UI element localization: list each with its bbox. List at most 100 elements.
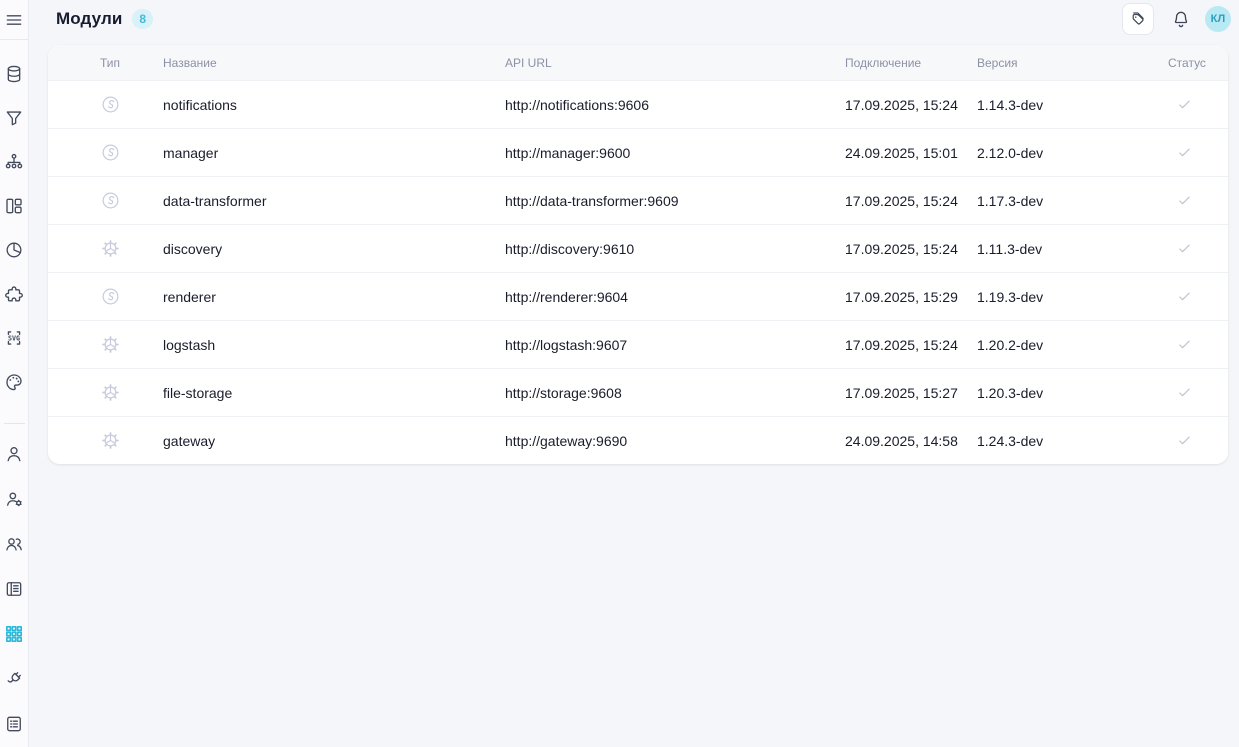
module-api-url: http://notifications:9606 bbox=[505, 97, 845, 113]
table-row[interactable]: manager http://manager:9600 24.09.2025, … bbox=[48, 128, 1228, 176]
module-version: 1.14.3-dev bbox=[977, 97, 1120, 113]
menu-toggle-button[interactable] bbox=[0, 10, 28, 30]
module-type-cell bbox=[48, 430, 163, 451]
module-status-cell bbox=[1120, 288, 1228, 305]
module-type-cell bbox=[48, 94, 163, 115]
sidebar-groups bbox=[0, 64, 28, 734]
tags-icon bbox=[1129, 10, 1147, 28]
table-row[interactable]: file-storage http://storage:9608 17.09.2… bbox=[48, 368, 1228, 416]
module-connected-at: 24.09.2025, 14:58 bbox=[845, 433, 977, 449]
sidebar-header bbox=[0, 0, 28, 40]
module-api-url: http://gateway:9690 bbox=[505, 433, 845, 449]
status-check-icon bbox=[1176, 240, 1193, 257]
module-type-cell bbox=[48, 286, 163, 307]
sidebar-item-palette[interactable] bbox=[0, 372, 29, 392]
modules-table-card: Тип Название API URL Подключение Версия … bbox=[48, 45, 1228, 464]
user-gear-icon bbox=[4, 489, 24, 509]
gear-module-icon bbox=[100, 238, 121, 259]
sidebar-item-database[interactable] bbox=[0, 64, 29, 84]
sidebar-item-svg-assets[interactable] bbox=[0, 328, 29, 348]
svg-file-icon bbox=[4, 328, 24, 348]
database-icon bbox=[4, 64, 24, 84]
sidebar-item-user-settings[interactable] bbox=[0, 489, 29, 509]
module-status-cell bbox=[1120, 336, 1228, 353]
sidebar-item-groups[interactable] bbox=[0, 534, 29, 554]
module-name: notifications bbox=[163, 97, 505, 113]
table-row[interactable]: logstash http://logstash:9607 17.09.2025… bbox=[48, 320, 1228, 368]
module-status-cell bbox=[1120, 192, 1228, 209]
module-version: 1.20.2-dev bbox=[977, 337, 1120, 353]
module-api-url: http://logstash:9607 bbox=[505, 337, 845, 353]
module-status-cell bbox=[1120, 432, 1228, 449]
module-status-cell bbox=[1120, 144, 1228, 161]
status-check-icon bbox=[1176, 336, 1193, 353]
module-name: logstash bbox=[163, 337, 505, 353]
module-api-url: http://discovery:9610 bbox=[505, 241, 845, 257]
tags-button[interactable] bbox=[1122, 3, 1154, 35]
module-name: discovery bbox=[163, 241, 505, 257]
grid-icon bbox=[4, 624, 24, 644]
sitemap-icon bbox=[4, 152, 24, 172]
module-connected-at: 17.09.2025, 15:24 bbox=[845, 337, 977, 353]
column-header-version: Версия bbox=[977, 56, 1120, 70]
module-connected-at: 17.09.2025, 15:27 bbox=[845, 385, 977, 401]
sidebar-divider bbox=[4, 423, 25, 424]
sidebar-item-hierarchy[interactable] bbox=[0, 152, 29, 172]
js-module-icon bbox=[100, 142, 121, 163]
module-type-cell bbox=[48, 238, 163, 259]
module-name: gateway bbox=[163, 433, 505, 449]
puzzle-icon bbox=[4, 284, 24, 304]
module-type-cell bbox=[48, 334, 163, 355]
module-name: data-transformer bbox=[163, 193, 505, 209]
module-connected-at: 17.09.2025, 15:24 bbox=[845, 97, 977, 113]
table-body: notifications http://notifications:9606 … bbox=[48, 80, 1228, 464]
module-version: 2.12.0-dev bbox=[977, 145, 1120, 161]
sidebar-item-filters[interactable] bbox=[0, 108, 29, 128]
module-type-cell bbox=[48, 382, 163, 403]
plug-icon bbox=[4, 669, 24, 689]
layout-icon bbox=[4, 196, 24, 216]
module-connected-at: 17.09.2025, 15:24 bbox=[845, 193, 977, 209]
module-version: 1.11.3-dev bbox=[977, 241, 1120, 257]
sidebar-item-plugins[interactable] bbox=[0, 284, 29, 304]
gear-module-icon bbox=[100, 334, 121, 355]
column-header-api-url: API URL bbox=[505, 56, 845, 70]
module-name: manager bbox=[163, 145, 505, 161]
menu-icon bbox=[4, 10, 24, 30]
funnel-icon bbox=[4, 108, 24, 128]
table-row[interactable]: data-transformer http://data-transformer… bbox=[48, 176, 1228, 224]
module-api-url: http://renderer:9604 bbox=[505, 289, 845, 305]
palette-icon bbox=[4, 372, 24, 392]
module-version: 1.20.3-dev bbox=[977, 385, 1120, 401]
page-title: Модули bbox=[56, 9, 122, 29]
bell-icon bbox=[1171, 9, 1191, 29]
module-name: renderer bbox=[163, 289, 505, 305]
table-header-row: Тип Название API URL Подключение Версия … bbox=[48, 45, 1228, 80]
module-version: 1.17.3-dev bbox=[977, 193, 1120, 209]
module-connected-at: 17.09.2025, 15:29 bbox=[845, 289, 977, 305]
table-row[interactable]: gateway http://gateway:9690 24.09.2025, … bbox=[48, 416, 1228, 464]
sidebar-item-journal[interactable] bbox=[0, 579, 29, 599]
module-api-url: http://data-transformer:9609 bbox=[505, 193, 845, 209]
notifications-button[interactable] bbox=[1171, 9, 1191, 29]
table-row[interactable]: renderer http://renderer:9604 17.09.2025… bbox=[48, 272, 1228, 320]
sidebar-item-connections[interactable] bbox=[0, 669, 29, 689]
sidebar-item-logs[interactable] bbox=[0, 714, 29, 734]
pie-chart-icon bbox=[4, 240, 24, 260]
status-check-icon bbox=[1176, 432, 1193, 449]
topbar-actions: КЛ bbox=[1122, 3, 1231, 35]
table-row[interactable]: notifications http://notifications:9606 … bbox=[48, 80, 1228, 128]
module-status-cell bbox=[1120, 96, 1228, 113]
module-type-cell bbox=[48, 142, 163, 163]
sidebar-item-layouts[interactable] bbox=[0, 196, 29, 216]
sidebar-item-modules[interactable] bbox=[0, 624, 29, 644]
module-api-url: http://manager:9600 bbox=[505, 145, 845, 161]
gear-module-icon bbox=[100, 430, 121, 451]
js-module-icon bbox=[100, 94, 121, 115]
sidebar-item-charts[interactable] bbox=[0, 240, 29, 260]
column-header-name: Название bbox=[163, 56, 505, 70]
sidebar-item-user[interactable] bbox=[0, 444, 29, 464]
column-header-status: Статус bbox=[1120, 56, 1228, 70]
table-row[interactable]: discovery http://discovery:9610 17.09.20… bbox=[48, 224, 1228, 272]
avatar[interactable]: КЛ bbox=[1205, 6, 1231, 32]
